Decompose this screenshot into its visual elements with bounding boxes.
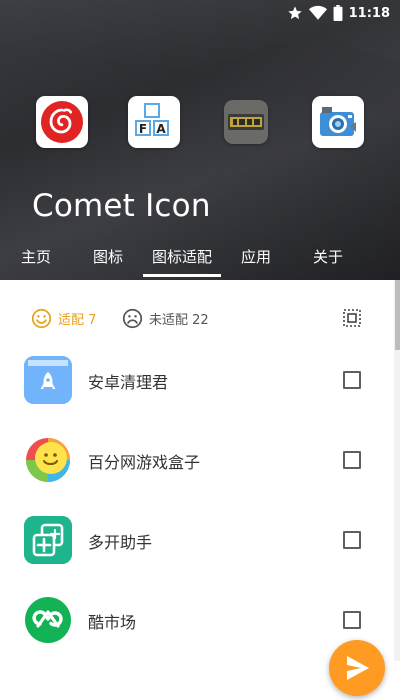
select-all-icon: [343, 309, 361, 327]
camera-icon[interactable]: [312, 96, 364, 148]
select-all-button[interactable]: [342, 308, 362, 328]
app-checkbox[interactable]: [343, 531, 361, 549]
adapted-filter[interactable]: 适配 7: [31, 306, 96, 330]
fa-key-a: A: [156, 122, 166, 136]
app-name: 百分网游戏盒子: [88, 453, 201, 472]
multi-open-icon: [24, 516, 72, 564]
app-name: 安卓清理君: [88, 373, 169, 392]
app-name: 酷市场: [88, 613, 137, 632]
sad-icon: [122, 308, 143, 328]
app-checkbox[interactable]: [343, 371, 361, 389]
tab-apps[interactable]: 应用: [236, 240, 276, 280]
adapted-filter-label: 适配 7: [58, 312, 97, 328]
scrollbar-thumb[interactable]: [395, 280, 400, 350]
fa-key-f: F: [139, 122, 147, 136]
scrollbar[interactable]: [394, 280, 400, 661]
netease-music-icon[interactable]: [36, 96, 88, 148]
app-checkbox[interactable]: [343, 611, 361, 629]
battery-icon: [333, 5, 343, 21]
cleaner-rocket-icon: [24, 356, 72, 404]
status-bar: 11:18: [287, 3, 390, 23]
filter-row: 适配 7 未适配 22: [0, 300, 400, 336]
app-name: 多开助手: [88, 533, 153, 552]
fa-keyboard-icon[interactable]: F A: [128, 96, 180, 148]
send-icon: [347, 656, 369, 680]
status-time: 11:18: [348, 5, 390, 21]
not-adapted-filter-label: 未适配 22: [149, 312, 209, 328]
star-icon: [287, 6, 302, 20]
app-checkbox[interactable]: [343, 451, 361, 469]
not-adapted-filter[interactable]: 未适配 22: [122, 306, 209, 330]
list-item[interactable]: 多开助手: [0, 500, 392, 580]
tab-indicator: [143, 274, 221, 277]
smile-icon: [31, 308, 52, 328]
list-item[interactable]: 安卓清理君: [0, 340, 392, 420]
coolapk-market-icon: [24, 596, 72, 644]
game-emulator-icon[interactable]: [224, 100, 268, 144]
app-title: Comet Icon: [32, 188, 211, 224]
game-box-smile-icon: [24, 436, 72, 484]
wifi-icon: [308, 5, 327, 20]
apply-fab-button[interactable]: [329, 640, 385, 696]
tab-about[interactable]: 关于: [308, 240, 348, 280]
tab-icons[interactable]: 图标: [88, 240, 128, 280]
list-item[interactable]: 百分网游戏盒子: [0, 420, 392, 500]
tab-home[interactable]: 主页: [16, 240, 56, 280]
